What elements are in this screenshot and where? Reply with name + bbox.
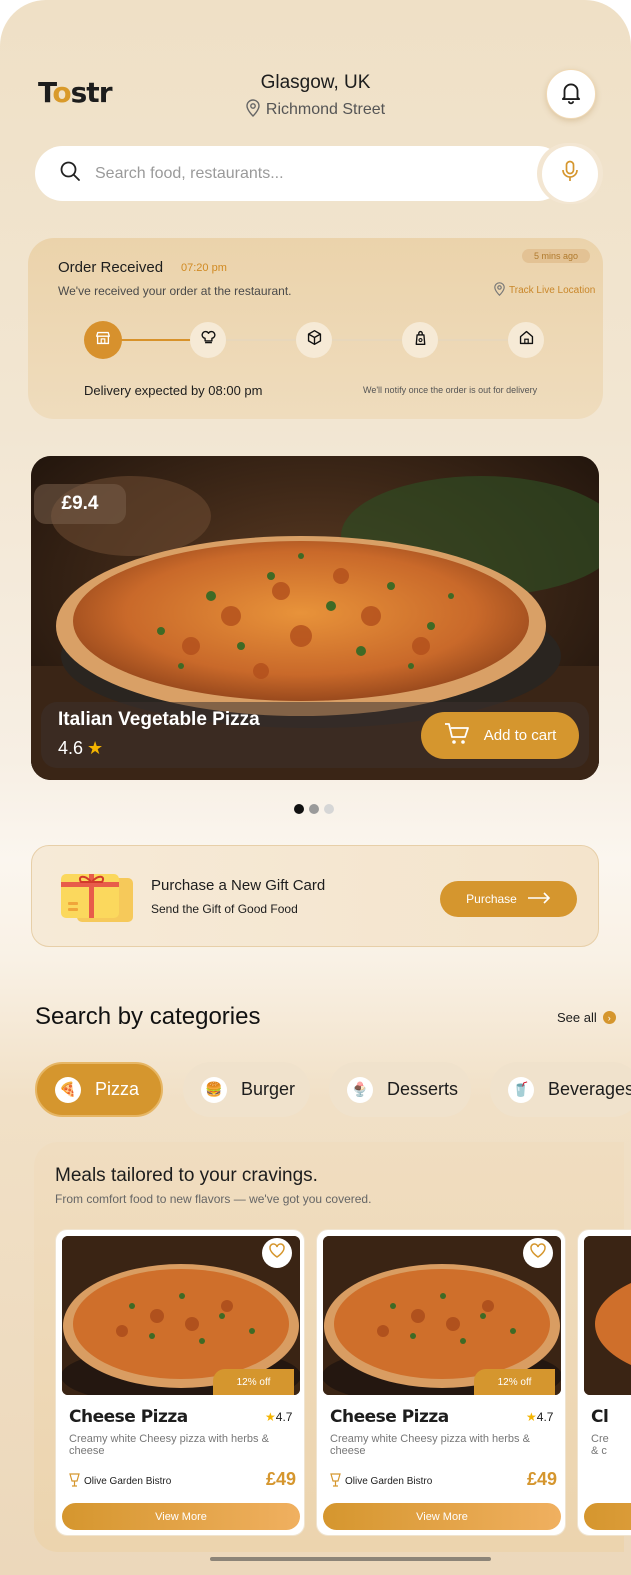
star-icon: ★ (526, 1410, 537, 1424)
delivery-notify-text: We'll notify once the order is out for d… (363, 385, 538, 395)
star-icon: ★ (87, 738, 104, 758)
beverage-icon: 🥤 (508, 1076, 534, 1103)
order-status-card[interactable]: Order Received 07:20 pm We've received y… (28, 238, 603, 419)
meal-rating: ★4.7 (526, 1410, 554, 1424)
category-chip-desserts[interactable]: 🍨 Desserts (329, 1062, 471, 1117)
carousel-indicator[interactable] (294, 804, 334, 814)
meals-heading: Meals tailored to your cravings. (55, 1165, 318, 1186)
location-pin-icon (494, 282, 505, 299)
order-age-badge: 5 mins ago (522, 249, 590, 263)
discount-badge: 12% off (213, 1369, 294, 1395)
carousel-dot[interactable] (294, 804, 304, 814)
heart-icon (530, 1243, 546, 1263)
price-tag: £9.4 (34, 484, 126, 524)
courier-bag-icon (412, 329, 429, 351)
order-title: Order Received (58, 259, 164, 276)
location-street[interactable]: Richmond Street (0, 99, 631, 122)
microphone-icon (560, 160, 580, 187)
category-chip-pizza[interactable]: 🍕 Pizza (35, 1062, 163, 1117)
discount-badge: 12% off (474, 1369, 555, 1395)
store-icon (94, 329, 112, 352)
step-preparing (190, 322, 226, 358)
chevron-right-icon: › (602, 1011, 616, 1024)
package-icon (306, 329, 323, 351)
add-to-cart-button[interactable]: Add to cart (421, 712, 579, 759)
meal-price: £49 (527, 1469, 558, 1489)
search-input[interactable]: Search food, restaurants... (95, 165, 284, 183)
home-icon (518, 329, 535, 351)
voice-search-button[interactable] (537, 143, 603, 204)
meal-description: Creamy white Cheesy pizza with herbs & c… (69, 1433, 269, 1457)
meal-card[interactable]: 12% off Cheese Pizza ★4.7 Creamy white C… (55, 1229, 305, 1536)
search-icon (59, 160, 81, 187)
street-label: Richmond Street (265, 101, 386, 118)
cart-icon (444, 722, 470, 750)
burger-icon: 🍔 (201, 1076, 227, 1103)
purchase-label: Purchase (466, 892, 517, 906)
restaurant-name: Olive Garden Bistro (69, 1473, 171, 1490)
restaurant-name: Olive Garden Bistro (330, 1473, 432, 1490)
category-chip-beverages[interactable]: 🥤 Beverages (490, 1062, 631, 1117)
app-screen: Tostr Glasgow, UK Richmond Street Search… (0, 0, 631, 1575)
chef-hat-icon (200, 329, 217, 351)
step-out-for-delivery (402, 322, 438, 358)
category-label: Burger (241, 1079, 296, 1099)
meal-name: Cl (591, 1407, 609, 1427)
heart-icon (269, 1243, 285, 1263)
dessert-icon: 🍨 (347, 1076, 373, 1103)
meal-image (584, 1236, 631, 1395)
gift-card-banner[interactable]: Purchase a New Gift Card Send the Gift o… (31, 845, 599, 947)
category-chip-burger[interactable]: 🍔 Burger (183, 1062, 310, 1117)
favorite-button[interactable] (262, 1238, 292, 1268)
meal-card-partial[interactable]: Cl Cre & c (577, 1229, 631, 1536)
category-label: Desserts (387, 1079, 459, 1099)
featured-item-card[interactable]: £9.4 Italian Vegetable Pizza 4.6 ★ Add to… (31, 456, 599, 780)
favorite-button[interactable] (523, 1238, 553, 1268)
star-icon: ★ (265, 1410, 276, 1424)
arrow-right-icon (527, 891, 551, 907)
categories-heading: Search by categories (35, 1003, 261, 1030)
pizza-icon: 🍕 (55, 1076, 81, 1103)
gift-card-icon (61, 874, 133, 922)
track-live-location-link[interactable]: Track Live Location (494, 282, 595, 299)
home-indicator[interactable] (210, 1557, 491, 1561)
carousel-dot[interactable] (309, 804, 319, 814)
order-time: 07:20 pm (181, 262, 227, 274)
delivery-eta: Delivery expected by 08:00 pm (84, 383, 263, 398)
step-restaurant (84, 321, 122, 359)
meal-price: £49 (266, 1469, 297, 1489)
step-delivered (508, 322, 544, 358)
featured-item-rating: 4.6 ★ (58, 738, 104, 758)
view-more-button[interactable]: View More (62, 1503, 300, 1530)
carousel-dot[interactable] (324, 804, 334, 814)
meal-rating: ★4.7 (265, 1410, 293, 1424)
location-pin-icon (246, 99, 260, 122)
step-packed (296, 322, 332, 358)
meal-card[interactable]: 12% off Cheese Pizza ★4.7 Creamy white C… (316, 1229, 566, 1536)
meals-subheading: From comfort food to new flavors — we've… (55, 1192, 372, 1206)
search-bar[interactable]: Search food, restaurants... (35, 146, 565, 201)
location-city[interactable]: Glasgow, UK (0, 72, 631, 94)
order-subtitle: We've received your order at the restaur… (58, 284, 292, 298)
notifications-button[interactable] (546, 69, 596, 119)
meal-description: Cre & c (591, 1433, 609, 1457)
view-more-button[interactable] (584, 1503, 631, 1530)
see-all-link[interactable]: See all › (557, 1010, 616, 1025)
restaurant-icon (69, 1473, 80, 1490)
featured-item-name: Italian Vegetable Pizza (58, 709, 260, 730)
meal-description: Creamy white Cheesy pizza with herbs & c… (330, 1433, 530, 1457)
add-to-cart-label: Add to cart (483, 727, 557, 744)
category-label: Beverages (548, 1079, 631, 1099)
track-label: Track Live Location (509, 285, 596, 296)
category-label: Pizza (95, 1079, 140, 1099)
meal-name: Cheese Pizza (69, 1407, 188, 1427)
gift-card-subtitle: Send the Gift of Good Food (151, 902, 298, 916)
bell-icon (558, 79, 584, 110)
meal-name: Cheese Pizza (330, 1407, 449, 1427)
restaurant-icon (330, 1473, 341, 1490)
purchase-button[interactable]: Purchase (440, 881, 577, 917)
gift-card-title: Purchase a New Gift Card (151, 877, 326, 894)
view-more-button[interactable]: View More (323, 1503, 561, 1530)
